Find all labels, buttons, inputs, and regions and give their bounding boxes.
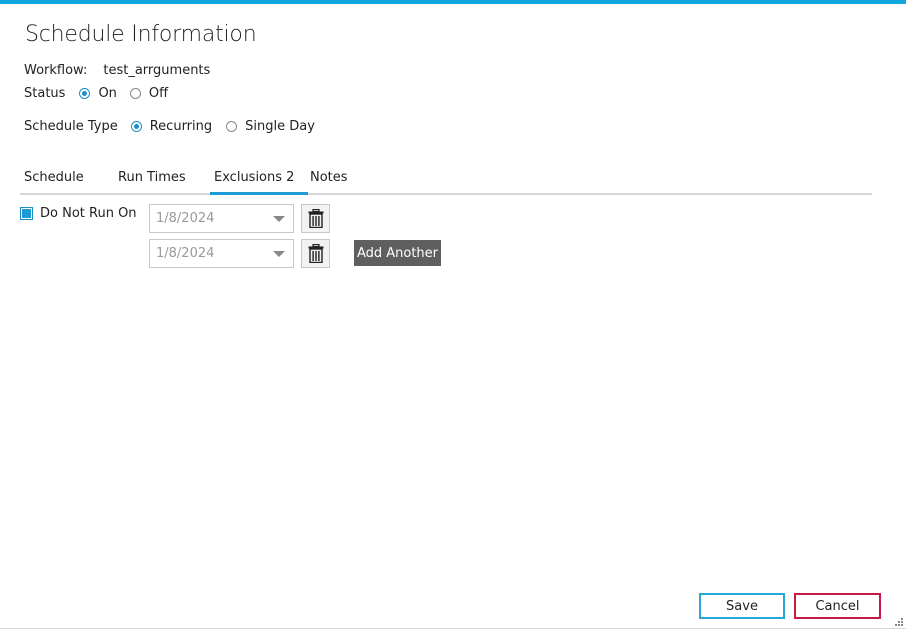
recurring-option[interactable]: Recurring [130, 119, 213, 134]
single-day-radio[interactable] [226, 121, 238, 132]
bottom-divider [0, 628, 906, 629]
tab-exclusions[interactable]: Exclusions 2 [214, 170, 294, 185]
exclusion-date-select[interactable]: 1/8/2024 [149, 204, 294, 233]
trash-icon [308, 244, 323, 263]
status-row: Status On Off [24, 86, 168, 101]
exclusion-date-value: 1/8/2024 [156, 211, 215, 226]
delete-date-button[interactable] [301, 204, 330, 233]
status-label: Status [24, 86, 66, 101]
chevron-down-icon [273, 216, 285, 222]
tab-notes[interactable]: Notes [310, 170, 348, 185]
top-accent-bar [0, 0, 906, 4]
recurring-radio[interactable] [130, 121, 142, 132]
workflow-name: test_arrguments [103, 63, 211, 78]
status-on-option[interactable]: On [79, 86, 117, 101]
add-another-button[interactable]: Add Another [354, 240, 441, 266]
do-not-run-checkbox[interactable] [20, 207, 33, 220]
delete-date-button[interactable] [301, 239, 330, 268]
tab-run-times[interactable]: Run Times [118, 170, 186, 185]
active-tab-indicator [210, 192, 308, 195]
trash-icon [308, 209, 323, 228]
tab-schedule[interactable]: Schedule [24, 170, 84, 185]
workflow-label: Workflow: [24, 63, 88, 78]
tab-bar: Schedule Run Times Exclusions 2 Notes [20, 163, 872, 195]
exclusion-date-value: 1/8/2024 [156, 246, 215, 261]
workflow-row: Workflow: test_arrguments [24, 63, 210, 78]
recurring-label: Recurring [149, 119, 213, 134]
chevron-down-icon [273, 251, 285, 257]
status-on-label: On [98, 86, 117, 101]
do-not-run-label: Do Not Run On [40, 206, 137, 221]
schedule-type-label: Schedule Type [24, 119, 118, 134]
resize-grip-icon[interactable] [895, 618, 903, 626]
status-off-label: Off [148, 86, 169, 101]
page-title: Schedule Information [25, 22, 257, 47]
status-off-radio[interactable] [129, 88, 141, 99]
single-day-option[interactable]: Single Day [226, 119, 315, 134]
cancel-button[interactable]: Cancel [794, 593, 881, 619]
exclusion-date-select[interactable]: 1/8/2024 [149, 239, 294, 268]
save-button[interactable]: Save [699, 593, 785, 619]
single-day-label: Single Day [245, 119, 315, 134]
status-on-radio[interactable] [79, 88, 91, 99]
status-off-option[interactable]: Off [129, 86, 169, 101]
schedule-type-row: Schedule Type Recurring Single Day [24, 119, 315, 134]
